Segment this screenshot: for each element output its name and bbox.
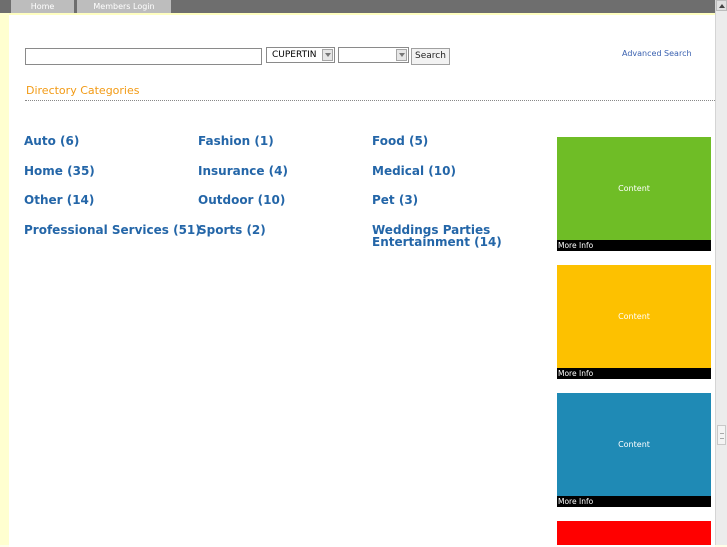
ad-content: Content: [557, 393, 711, 496]
ad-box-green[interactable]: Content More Info: [557, 137, 711, 251]
ad-content: Content: [557, 137, 711, 240]
top-nav-bar: Home Members Login: [0, 0, 727, 13]
heading-divider: [25, 100, 715, 101]
category-fashion[interactable]: Fashion (1): [198, 135, 274, 147]
directory-categories-heading: Directory Categories: [26, 84, 140, 97]
chevron-down-icon: [396, 49, 407, 61]
category-outdoor[interactable]: Outdoor (10): [198, 194, 285, 206]
category-weddings-parties-entertainment[interactable]: Weddings Parties Entertainment (14): [372, 224, 502, 248]
ad-box-yellow[interactable]: Content More Info: [557, 265, 711, 379]
category-food[interactable]: Food (5): [372, 135, 428, 147]
vertical-scrollbar[interactable]: [715, 0, 727, 545]
more-info-link[interactable]: More Info: [557, 496, 711, 507]
search-keyword-input[interactable]: [25, 48, 262, 65]
ad-box-blue[interactable]: Content More Info: [557, 393, 711, 507]
city-select-value: CUPERTIN: [272, 50, 317, 60]
category-auto[interactable]: Auto (6): [24, 135, 79, 147]
category-select[interactable]: [338, 47, 409, 63]
category-label-line-2: Entertainment (14): [372, 235, 502, 249]
ad-content: Content: [557, 265, 711, 368]
search-button[interactable]: Search: [411, 48, 450, 65]
ad-box-red[interactable]: [557, 521, 711, 545]
category-sports[interactable]: Sports (2): [198, 224, 266, 236]
advanced-search-link[interactable]: Advanced Search: [622, 49, 692, 58]
nav-tab-members-login[interactable]: Members Login: [77, 0, 171, 13]
category-other[interactable]: Other (14): [24, 194, 94, 206]
category-medical[interactable]: Medical (10): [372, 165, 456, 177]
scrollbar-thumb[interactable]: [717, 425, 726, 445]
category-insurance[interactable]: Insurance (4): [198, 165, 288, 177]
more-info-link[interactable]: More Info: [557, 368, 711, 379]
category-pet[interactable]: Pet (3): [372, 194, 418, 206]
city-select[interactable]: CUPERTIN: [266, 47, 335, 63]
category-home[interactable]: Home (35): [24, 165, 95, 177]
nav-tab-home[interactable]: Home: [11, 0, 74, 13]
page-left-margin: [0, 13, 9, 545]
more-info-link[interactable]: More Info: [557, 240, 711, 251]
scroll-up-arrow-icon[interactable]: [716, 0, 727, 11]
chevron-down-icon: [322, 49, 333, 61]
category-professional-services[interactable]: Professional Services (51): [24, 224, 201, 236]
